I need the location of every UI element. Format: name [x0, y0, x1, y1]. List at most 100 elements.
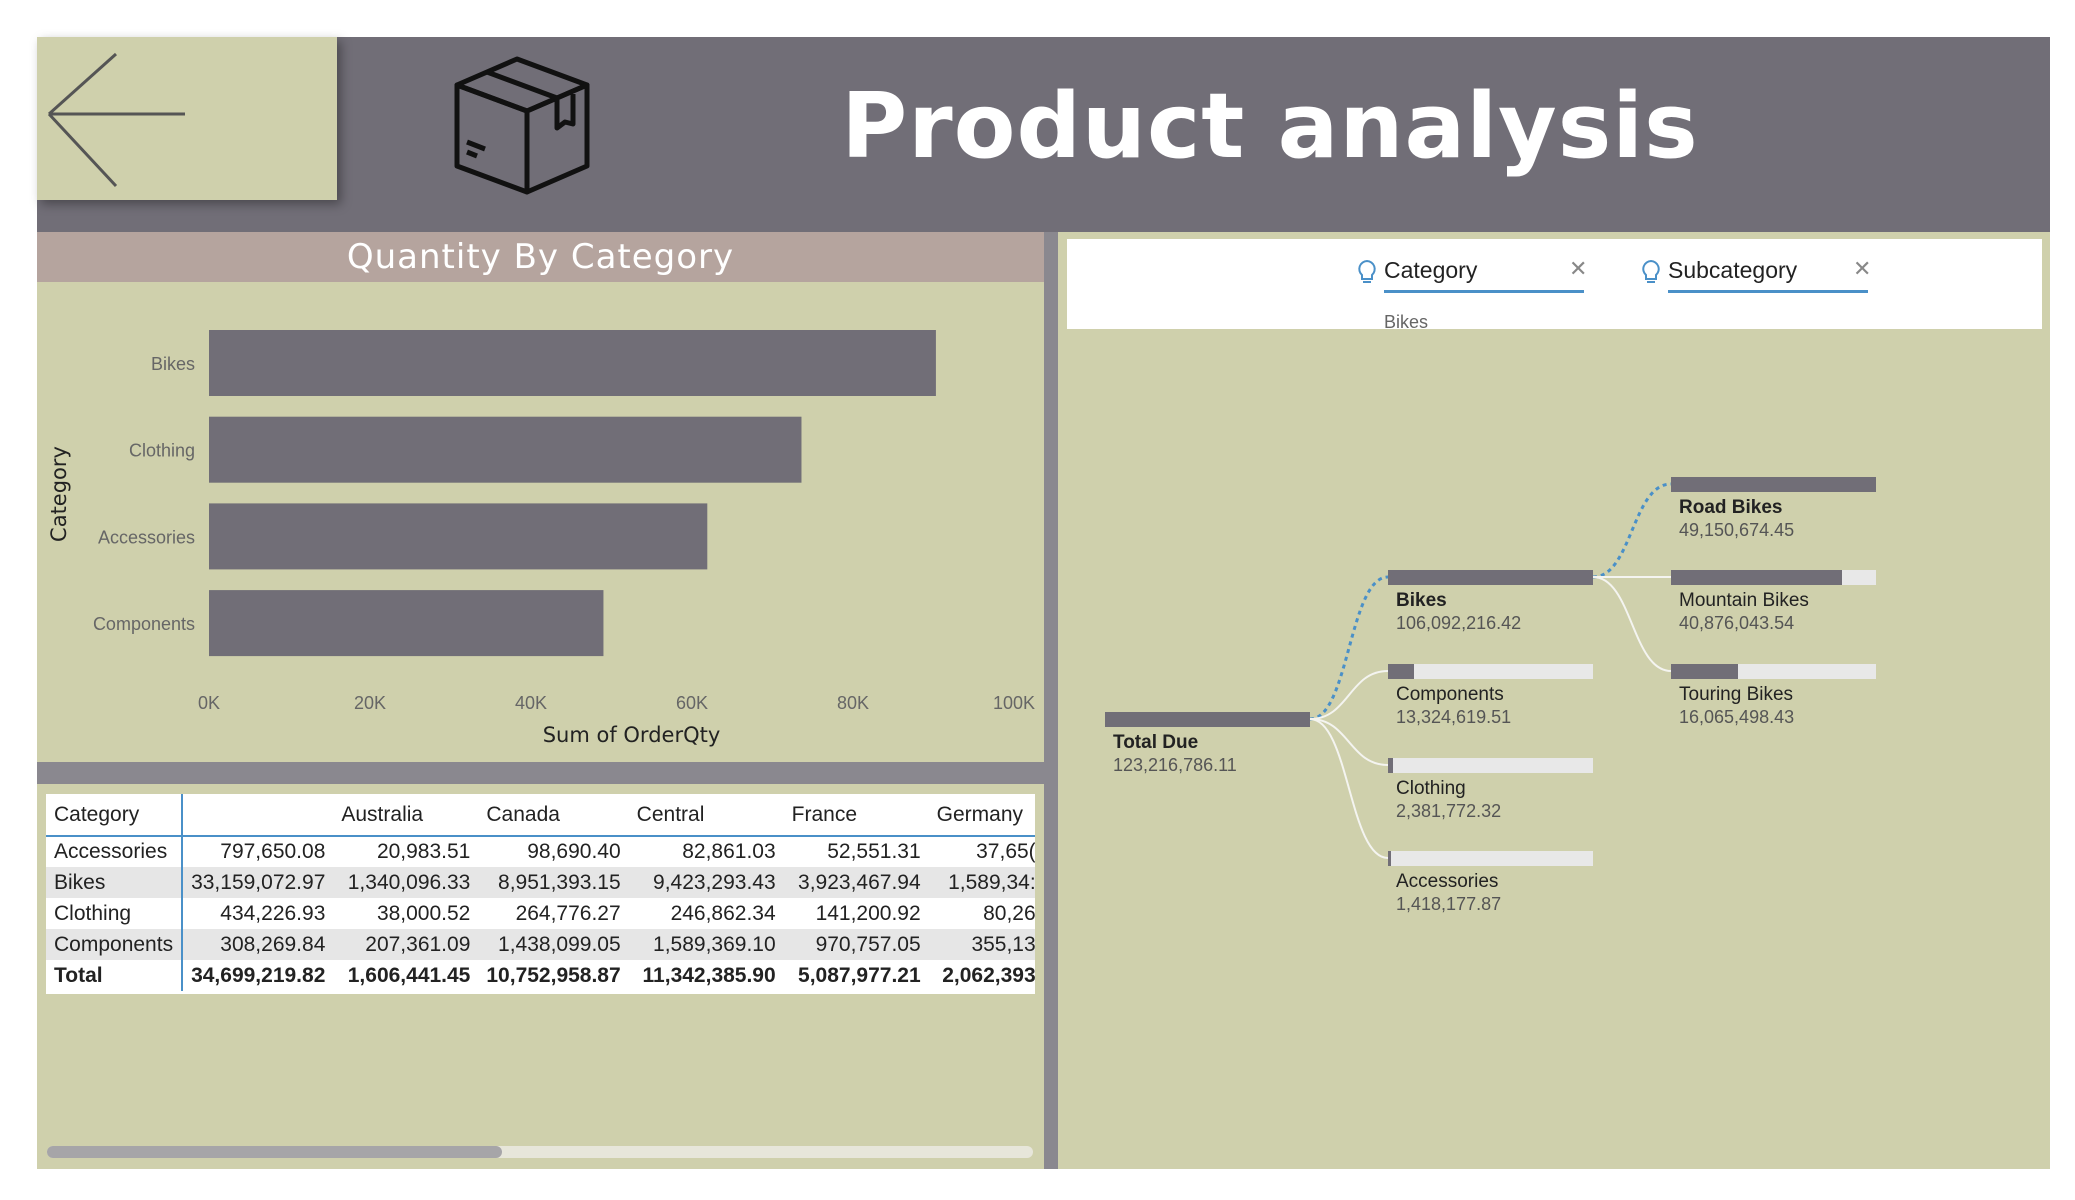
table-cell: 98,690.40: [527, 840, 621, 863]
column-header[interactable]: [182, 794, 334, 837]
column-header[interactable]: France: [783, 794, 929, 837]
table-cell: 355,13: [928, 929, 1035, 960]
bar-clothing[interactable]: [209, 416, 802, 483]
category-tick-label: Bikes: [151, 354, 195, 374]
table-cell: 797,650.08: [220, 840, 326, 863]
table-cell: 2,062,393: [942, 963, 1035, 987]
node-value: 123,216,786.11: [1113, 755, 1237, 775]
node-value: 1,418,177.87: [1396, 894, 1502, 914]
back-button[interactable]: [37, 37, 337, 200]
node-label: Road Bikes: [1679, 497, 1783, 518]
table-cell: 80,26: [983, 901, 1035, 925]
bar-chart-plot: Bikes Clothing Accessories Components 0K 20K 4…: [47, 330, 1035, 747]
table-cell: 3,923,467.94: [783, 867, 929, 898]
node-bar-fill: [1388, 851, 1391, 866]
category-tick-label: Clothing: [129, 441, 195, 461]
quantity-by-category-chart: Quantity By Category Bikes Clothing Access…: [37, 232, 1044, 762]
tree-link: [1309, 718, 1389, 766]
table-cell: 264,776.27: [515, 901, 621, 925]
row-category: Clothing: [46, 898, 184, 929]
decomposition-tree: Category ✕ Bikes Subcategory ✕ Total Due…: [1058, 232, 2050, 1169]
matrix-table[interactable]: Category Australia Canada Central France Germ…: [46, 794, 1035, 994]
arrow-left-icon: [47, 52, 185, 188]
category-tick-label: Accessories: [98, 527, 195, 547]
table-cell: 38,000.52: [376, 901, 471, 925]
node-value: 49,150,674.45: [1679, 520, 1795, 540]
node-bar-fill: [1388, 570, 1593, 585]
row-category: Accessories: [46, 836, 184, 867]
table-row[interactable]: Total 34,699,219.82 1,606,441.45 10,752,958…: [46, 960, 1035, 991]
node-value: 40,876,043.54: [1679, 613, 1795, 633]
tree-link: [1309, 670, 1389, 720]
table-row[interactable]: Accessories 797,650.08 20,983.51 98,690.40 8…: [46, 836, 1035, 867]
bar-accessories[interactable]: [209, 503, 708, 570]
node-label: Total Due: [1113, 732, 1199, 753]
table-cell: 33,159,072.97: [182, 867, 334, 898]
column-header[interactable]: Canada: [478, 794, 629, 837]
scrollbar-thumb[interactable]: [47, 1146, 502, 1158]
table-row[interactable]: Clothing 434,226.93 38,000.52 264,776.27 246…: [46, 898, 1035, 929]
tree-link: [1592, 576, 1672, 672]
table-cell: 308,269.84: [182, 929, 334, 960]
page-title: Product analysis: [841, 74, 1699, 179]
node-bar: [1388, 664, 1593, 679]
node-bar-fill: [1671, 664, 1738, 679]
horizontal-scrollbar[interactable]: [47, 1146, 1033, 1158]
matrix-table-panel: Category Australia Canada Central France Germ…: [37, 784, 1044, 1169]
column-header[interactable]: Category: [46, 794, 184, 837]
node-bar-fill: [1388, 758, 1393, 773]
node-bar-fill: [1105, 712, 1310, 727]
node-label: Components: [1396, 684, 1504, 705]
tree-link: [1592, 482, 1672, 579]
x-tick-label: 80K: [837, 693, 869, 713]
table-cell: 34,699,219.82: [191, 963, 326, 987]
node-bar: [1671, 570, 1876, 585]
category-tick-label: Components: [93, 614, 195, 634]
node-bar: [1388, 851, 1593, 866]
table-cell: 52,551.31: [827, 840, 921, 863]
node-bar: [1388, 758, 1593, 773]
row-category: Bikes: [46, 867, 184, 898]
node-value: 2,381,772.32: [1396, 801, 1502, 821]
column-header[interactable]: Central: [628, 794, 784, 837]
table-cell: 207,361.09: [333, 929, 479, 960]
table-cell: 20,983.51: [376, 840, 471, 863]
x-tick-label: 20K: [354, 693, 386, 713]
node-bar: [1671, 477, 1876, 492]
node-label: Clothing: [1396, 778, 1466, 799]
node-bar: [1388, 570, 1593, 585]
node-bar: [1105, 712, 1310, 727]
node-value: 106,092,216.42: [1396, 613, 1522, 633]
x-tick-label: 0K: [198, 693, 220, 713]
column-header[interactable]: Australia: [333, 794, 479, 837]
node-value: 16,065,498.43: [1679, 707, 1795, 727]
chart-title: Quantity By Category: [37, 232, 1044, 282]
table-cell: 246,862.34: [670, 901, 776, 925]
table-cell: 1,340,096.33: [333, 867, 479, 898]
panel-divider: [37, 762, 1044, 784]
table-cell: 9,423,293.43: [628, 867, 784, 898]
tree-link: [1309, 718, 1389, 859]
matrix-grid: Category Australia Canada Central France Germ…: [46, 794, 1035, 991]
table-cell: 141,200.92: [815, 901, 921, 925]
bar-components[interactable]: [209, 590, 604, 657]
node-value: 13,324,619.51: [1396, 707, 1512, 727]
x-tick-label: 100K: [993, 693, 1035, 713]
table-cell: 10,752,958.87: [486, 963, 621, 987]
table-cell: 970,757.05: [783, 929, 929, 960]
column-header[interactable]: Germany: [928, 794, 1035, 837]
table-cell: 1,589,34:: [928, 867, 1035, 898]
table-cell: 1,438,099.05: [478, 929, 629, 960]
x-tick-label: 60K: [676, 693, 708, 713]
node-bar: [1671, 664, 1876, 679]
row-category: Components: [46, 929, 184, 960]
tree-link: [1309, 575, 1389, 721]
table-cell: 82,861.03: [682, 840, 776, 863]
table-cell: 434,226.93: [220, 901, 326, 925]
vertical-divider: [1044, 232, 1058, 1169]
node-label: Bikes: [1396, 590, 1447, 611]
bar-bikes[interactable]: [209, 330, 936, 396]
table-cell: 5,087,977.21: [798, 963, 921, 987]
table-row[interactable]: Bikes 33,159,072.97 1,340,096.33 8,951,393.…: [46, 867, 1035, 898]
table-row[interactable]: Components 308,269.84 207,361.09 1,438,099.…: [46, 929, 1035, 960]
